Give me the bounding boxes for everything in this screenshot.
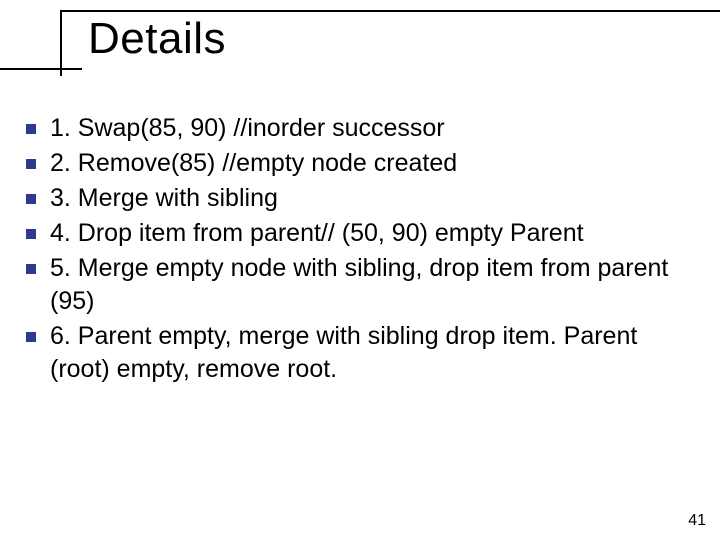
list-item-text: 6. Parent empty, merge with sibling drop… (50, 320, 692, 386)
square-bullet-icon (26, 264, 36, 274)
title-area: Details (0, 10, 720, 70)
list-item-text: 1. Swap(85, 90) //inorder successor (50, 112, 692, 145)
square-bullet-icon (26, 124, 36, 134)
list-item-text: 3. Merge with sibling (50, 182, 692, 215)
page-number: 41 (688, 512, 706, 530)
title-rule-bottom (0, 68, 82, 70)
slide-title: Details (0, 12, 720, 68)
list-item-text: 4. Drop item from parent// (50, 90) empt… (50, 217, 692, 250)
list-item-text: 5. Merge empty node with sibling, drop i… (50, 252, 692, 318)
square-bullet-icon (26, 229, 36, 239)
slide-body: 1. Swap(85, 90) //inorder successor 2. R… (26, 112, 692, 388)
square-bullet-icon (26, 194, 36, 204)
list-item: 4. Drop item from parent// (50, 90) empt… (26, 217, 692, 250)
title-rule-vertical (60, 10, 62, 76)
square-bullet-icon (26, 159, 36, 169)
slide: Details 1. Swap(85, 90) //inorder succes… (0, 0, 720, 540)
square-bullet-icon (26, 332, 36, 342)
list-item: 3. Merge with sibling (26, 182, 692, 215)
list-item: 2. Remove(85) //empty node created (26, 147, 692, 180)
list-item: 6. Parent empty, merge with sibling drop… (26, 320, 692, 386)
list-item-text: 2. Remove(85) //empty node created (50, 147, 692, 180)
list-item: 1. Swap(85, 90) //inorder successor (26, 112, 692, 145)
list-item: 5. Merge empty node with sibling, drop i… (26, 252, 692, 318)
